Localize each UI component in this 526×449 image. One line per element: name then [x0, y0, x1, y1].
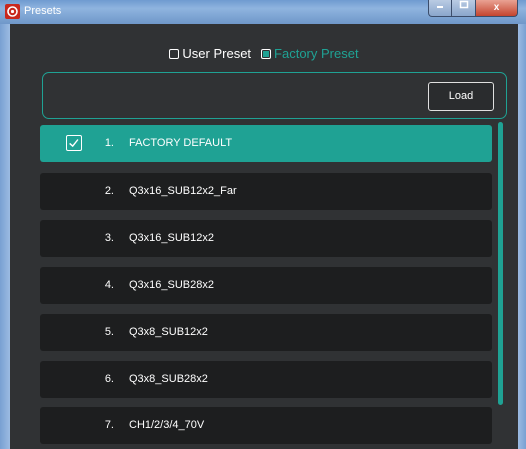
preset-number: 3. — [104, 232, 114, 244]
presets-panel: User Preset Factory Preset Load 1. FACTO… — [10, 24, 518, 449]
preset-item[interactable]: 5. Q3x8_SUB12x2 — [40, 314, 492, 351]
preset-number: 4. — [104, 279, 114, 291]
title-bar[interactable]: Presets x — [0, 0, 526, 24]
window-frame-left — [0, 24, 10, 449]
user-preset-label: User Preset — [182, 46, 252, 61]
preset-item[interactable]: 1. FACTORY DEFAULT — [40, 125, 492, 162]
preset-item[interactable]: 2. Q3x16_SUB12x2_Far — [40, 173, 492, 210]
user-preset-option[interactable]: User Preset — [169, 46, 251, 61]
preset-item[interactable]: 4. Q3x16_SUB28x2 — [40, 267, 492, 304]
window-controls: x — [428, 0, 518, 18]
close-button[interactable]: x — [476, 0, 518, 17]
factory-preset-label: Factory Preset — [274, 46, 359, 61]
minimize-button[interactable] — [428, 0, 452, 17]
window-frame-right — [518, 24, 526, 449]
checkmark-icon[interactable] — [66, 135, 82, 151]
preset-name: FACTORY DEFAULT — [129, 137, 233, 149]
preset-number: 1. — [104, 137, 114, 149]
preset-item[interactable]: 6. Q3x8_SUB28x2 — [40, 361, 492, 398]
window-title: Presets — [24, 5, 62, 17]
presets-window: Presets x User Preset Factory Preset Loa… — [0, 0, 526, 449]
load-button[interactable]: Load — [428, 82, 494, 111]
preset-type-selector: User Preset Factory Preset — [10, 46, 518, 61]
preset-name: Q3x16_SUB28x2 — [129, 279, 214, 291]
preset-number: 6. — [104, 373, 114, 385]
app-logo-icon — [5, 4, 20, 19]
preset-number: 7. — [104, 419, 114, 431]
user-preset-checkbox[interactable] — [169, 48, 180, 59]
preset-item[interactable]: 7. CH1/2/3/4_70V — [40, 407, 492, 444]
maximize-button[interactable] — [452, 0, 476, 17]
preset-name: Q3x16_SUB12x2 — [129, 232, 214, 244]
close-icon: x — [493, 2, 500, 13]
maximize-icon — [459, 0, 468, 9]
preset-name: Q3x16_SUB12x2_Far — [129, 185, 237, 197]
preset-number: 5. — [104, 326, 114, 338]
preset-name: Q3x8_SUB12x2 — [129, 326, 208, 338]
preset-number: 2. — [104, 185, 114, 197]
preset-item[interactable]: 3. Q3x16_SUB12x2 — [40, 220, 492, 257]
load-panel: Load — [42, 72, 507, 119]
factory-preset-checkbox[interactable] — [261, 48, 272, 59]
preset-name: CH1/2/3/4_70V — [129, 419, 205, 431]
factory-preset-option[interactable]: Factory Preset — [261, 46, 359, 61]
preset-name: Q3x8_SUB28x2 — [129, 373, 208, 385]
minimize-icon — [437, 6, 443, 8]
list-scrollbar[interactable] — [498, 122, 503, 405]
